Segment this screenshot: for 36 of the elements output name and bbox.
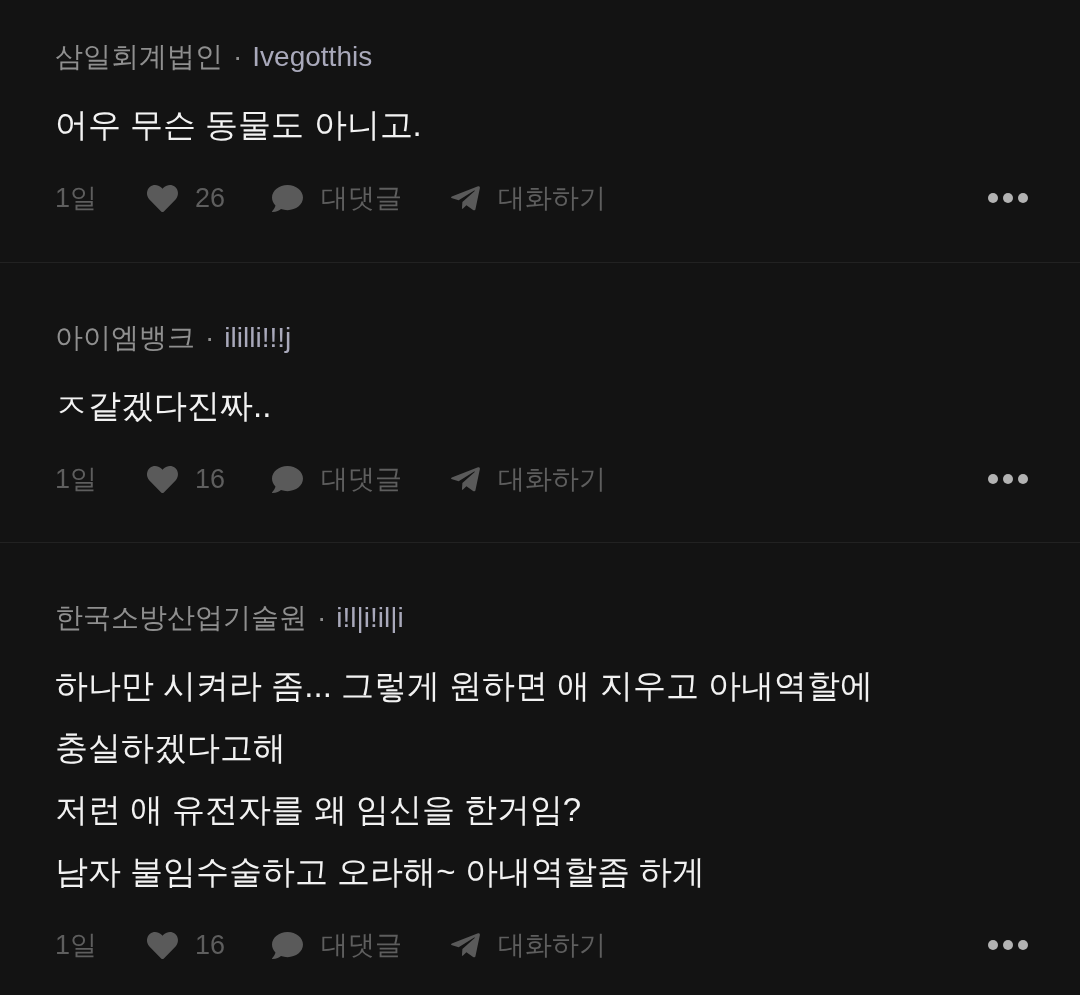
like-button[interactable]: 16: [145, 458, 226, 500]
chat-button[interactable]: 대화하기: [449, 458, 607, 500]
user-handle[interactable]: ililli!!!j: [224, 318, 292, 358]
more-button[interactable]: [988, 940, 1028, 950]
more-icon: [988, 940, 1028, 950]
like-button[interactable]: 26: [145, 177, 226, 219]
comment-text: 하나만 시켜라 좀... 그렇게 원하면 애 지우고 아내역할에 충실하겠다고해 저런 애 유전자를 왜 임신을 한거임? 남자 불임수술하고 오라해~ 아내역할좀 하게: [55, 666, 874, 892]
chat-button[interactable]: 대화하기: [449, 177, 607, 219]
author-name[interactable]: 아이엠뱅크: [55, 318, 195, 358]
speech-bubble-icon: [270, 463, 306, 495]
separator-dot: ·: [317, 601, 327, 635]
speech-bubble-icon: [270, 929, 306, 961]
comment-time: 1일: [55, 181, 99, 215]
more-button[interactable]: [988, 474, 1028, 484]
speech-bubble-icon: [270, 182, 306, 214]
comment-time: 1일: [55, 462, 99, 496]
like-button[interactable]: 16: [145, 924, 226, 966]
user-handle[interactable]: Ivegotthis: [252, 37, 373, 77]
heart-icon: [145, 463, 180, 495]
reply-button[interactable]: 대댓글: [270, 924, 403, 966]
reply-button[interactable]: 대댓글: [270, 177, 403, 219]
comment-text: ㅈ같겠다진짜..: [55, 386, 273, 426]
separator-dot: ·: [233, 40, 243, 74]
more-button[interactable]: [988, 193, 1028, 203]
more-icon: [988, 193, 1028, 203]
heart-icon: [145, 929, 180, 961]
comment-text: 어우 무슨 동물도 아니고.: [55, 105, 423, 145]
author-name[interactable]: 삼일회계법인: [55, 37, 223, 77]
separator-dot: ·: [205, 321, 215, 355]
comment-time: 1일: [55, 928, 99, 962]
chat-button[interactable]: 대화하기: [449, 924, 607, 966]
heart-icon: [145, 182, 180, 214]
reply-button[interactable]: 대댓글: [270, 458, 403, 500]
more-icon: [988, 474, 1028, 484]
author-name[interactable]: 한국소방산업기술원: [55, 598, 307, 638]
user-handle[interactable]: i!l|i!il|i: [336, 598, 404, 638]
